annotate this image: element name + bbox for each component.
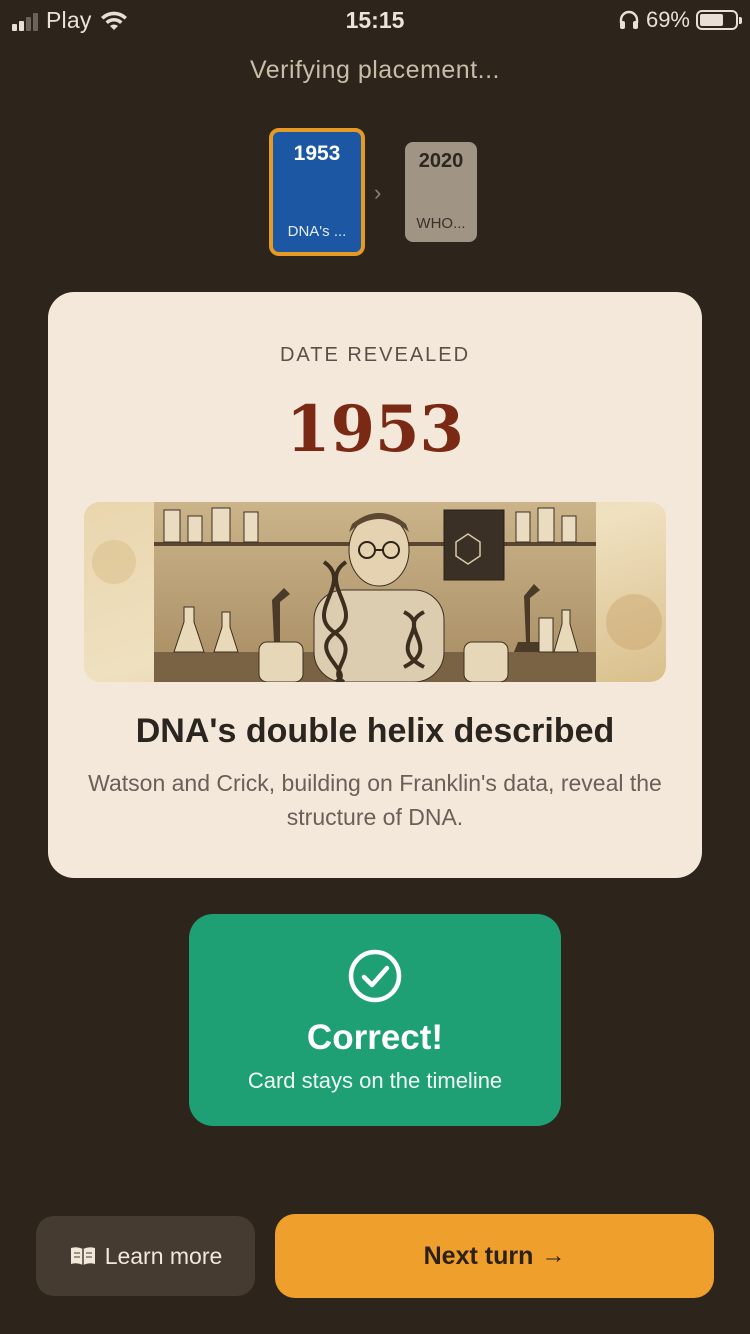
result-title: Correct! [306,1018,444,1057]
timeline-card[interactable]: 2020 WHO... [405,142,477,242]
reveal-card: DATE REVEALED 1953 DNA's double helix de… [48,292,702,878]
timeline-card-active[interactable]: 1953 DNA's ... [269,128,365,256]
status-bar: Play 15:15 69% [0,0,750,40]
battery-fill [700,14,723,26]
reveal-label: DATE REVEALED [279,344,471,366]
next-turn-label: Next turn [423,1241,534,1270]
learn-more-label: Learn more [104,1242,223,1269]
check-circle-icon [348,949,402,1003]
event-title: DNA's double helix described [135,712,615,750]
book-icon [70,1247,95,1265]
chevron-right-icon: › [374,180,382,205]
timeline-card-year: 2020 [418,150,464,172]
event-description: Watson and Crick, building on Franklin's… [88,770,662,830]
status-right: 69% [618,7,742,33]
timeline-card-year: 1953 [293,142,341,165]
timeline-card-title: WHO... [416,215,466,232]
battery-percent: 69% [645,7,690,32]
result-banner: Correct! Card stays on the timeline [189,914,561,1126]
result-subtitle: Card stays on the timeline [247,1068,503,1093]
learn-more-button[interactable]: Learn more [36,1216,255,1296]
screen: Play 15:15 69% Verifying placement... 19… [0,0,750,1334]
arrow-right-icon: → [541,1242,566,1269]
headphones-icon [619,10,639,29]
timeline-card-title: DNA's ... [287,223,347,240]
battery-icon [696,10,742,30]
next-turn-button[interactable]: Next turn → [275,1214,714,1298]
status-message: Verifying placement... [249,56,500,84]
revealed-year: 1953 [285,392,465,467]
mini-timeline: 1953 DNA's ... › 2020 WHO... [0,128,750,256]
event-illustration [84,502,666,682]
